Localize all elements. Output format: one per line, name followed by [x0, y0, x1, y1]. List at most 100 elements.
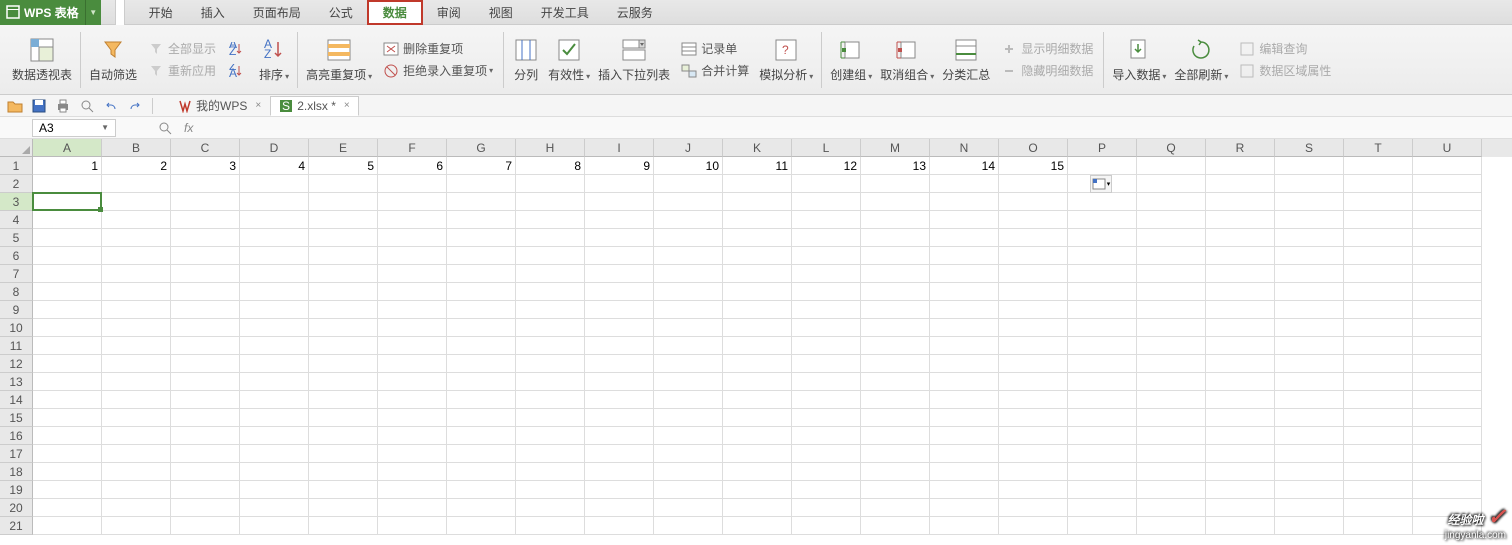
cell[interactable]: [1068, 427, 1137, 445]
cell[interactable]: [1413, 229, 1482, 247]
cell[interactable]: [378, 373, 447, 391]
cell[interactable]: [999, 391, 1068, 409]
cell[interactable]: [1137, 175, 1206, 193]
cell[interactable]: [1068, 355, 1137, 373]
cell[interactable]: [516, 337, 585, 355]
cell[interactable]: [861, 463, 930, 481]
cell[interactable]: [1068, 499, 1137, 517]
cell[interactable]: [516, 355, 585, 373]
remove-duplicates-button[interactable]: 删除重复项: [380, 39, 495, 59]
cell[interactable]: [1275, 337, 1344, 355]
cell[interactable]: [654, 391, 723, 409]
cell[interactable]: [999, 247, 1068, 265]
cell[interactable]: [930, 247, 999, 265]
cell[interactable]: 1: [33, 157, 102, 175]
cell[interactable]: [999, 265, 1068, 283]
cell[interactable]: [378, 247, 447, 265]
row-header[interactable]: 1: [0, 157, 33, 175]
cell[interactable]: [1137, 445, 1206, 463]
cell[interactable]: [861, 229, 930, 247]
cell[interactable]: 10: [654, 157, 723, 175]
cell[interactable]: [1206, 193, 1275, 211]
cell[interactable]: [792, 301, 861, 319]
select-all-corner[interactable]: [0, 139, 33, 157]
cell[interactable]: [309, 391, 378, 409]
cell[interactable]: [1137, 517, 1206, 535]
cell[interactable]: [861, 499, 930, 517]
cell[interactable]: [723, 445, 792, 463]
cell[interactable]: [1206, 463, 1275, 481]
group-button[interactable]: 创建组▾: [826, 34, 876, 85]
what-if-button[interactable]: ? 模拟分析▾: [755, 34, 817, 85]
cell[interactable]: [1068, 445, 1137, 463]
cell[interactable]: [240, 409, 309, 427]
cell[interactable]: [861, 481, 930, 499]
import-data-button[interactable]: 导入数据▾: [1108, 34, 1170, 85]
cell[interactable]: [33, 229, 102, 247]
chevron-down-icon[interactable]: ▼: [101, 123, 109, 132]
cell[interactable]: [516, 319, 585, 337]
cell[interactable]: [516, 193, 585, 211]
cell[interactable]: [309, 265, 378, 283]
cell[interactable]: [861, 391, 930, 409]
cell[interactable]: [378, 193, 447, 211]
cell[interactable]: [447, 409, 516, 427]
column-header[interactable]: O: [999, 139, 1068, 157]
cell[interactable]: [1344, 193, 1413, 211]
cell[interactable]: [1275, 301, 1344, 319]
close-icon[interactable]: ×: [344, 100, 350, 111]
cell[interactable]: [102, 175, 171, 193]
cell[interactable]: [999, 499, 1068, 517]
cell[interactable]: [102, 229, 171, 247]
cell[interactable]: [171, 265, 240, 283]
cell[interactable]: [102, 337, 171, 355]
cell[interactable]: [240, 355, 309, 373]
cell[interactable]: [654, 481, 723, 499]
paste-options-button[interactable]: ▾: [1090, 175, 1112, 193]
cell[interactable]: [516, 445, 585, 463]
cell[interactable]: [654, 229, 723, 247]
cell[interactable]: [861, 265, 930, 283]
cell[interactable]: [33, 175, 102, 193]
cell[interactable]: [930, 481, 999, 499]
save-icon[interactable]: [30, 97, 48, 115]
cell[interactable]: [171, 175, 240, 193]
cell[interactable]: [516, 229, 585, 247]
cell[interactable]: [309, 211, 378, 229]
cell[interactable]: [1275, 373, 1344, 391]
cell[interactable]: [171, 517, 240, 535]
cell[interactable]: [792, 463, 861, 481]
cell[interactable]: [723, 319, 792, 337]
cell[interactable]: [378, 229, 447, 247]
cell[interactable]: [33, 211, 102, 229]
cell[interactable]: [1344, 481, 1413, 499]
cell[interactable]: [447, 247, 516, 265]
cell[interactable]: [585, 463, 654, 481]
column-header[interactable]: P: [1068, 139, 1137, 157]
cell[interactable]: [654, 193, 723, 211]
column-header[interactable]: I: [585, 139, 654, 157]
cell[interactable]: [33, 481, 102, 499]
cell[interactable]: [723, 229, 792, 247]
cell[interactable]: [861, 175, 930, 193]
cell[interactable]: [240, 337, 309, 355]
cell[interactable]: [723, 517, 792, 535]
cell[interactable]: [378, 499, 447, 517]
cell[interactable]: [1068, 391, 1137, 409]
cell[interactable]: [930, 337, 999, 355]
formula-search-icon[interactable]: [156, 119, 174, 137]
cell[interactable]: [1275, 355, 1344, 373]
cell[interactable]: [654, 517, 723, 535]
cell[interactable]: [102, 283, 171, 301]
cell[interactable]: [1206, 499, 1275, 517]
cell[interactable]: [1137, 301, 1206, 319]
cell[interactable]: [585, 409, 654, 427]
cell[interactable]: [1413, 373, 1482, 391]
cell[interactable]: [723, 283, 792, 301]
cell[interactable]: [309, 499, 378, 517]
cell[interactable]: [1344, 409, 1413, 427]
cell[interactable]: [585, 229, 654, 247]
cell[interactable]: [723, 211, 792, 229]
cell[interactable]: [33, 337, 102, 355]
cell[interactable]: [861, 517, 930, 535]
